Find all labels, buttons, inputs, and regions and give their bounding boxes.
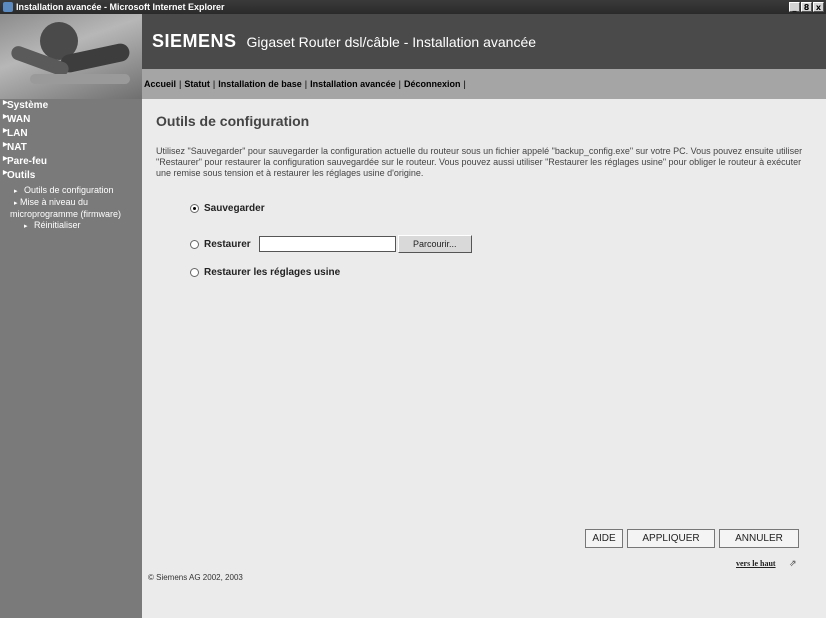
back-to-top-link[interactable]: vers le haut (736, 559, 776, 568)
triangle-right-icon: ▶ (3, 142, 8, 148)
sidebar-subitem-reset[interactable]: ▸ Réinitialiser (0, 220, 142, 232)
header: SIEMENS Gigaset Router dsl/câble - Insta… (0, 14, 826, 99)
restore-radio[interactable] (190, 239, 199, 249)
main-content: Outils de configuration Utilisez "Sauveg… (142, 99, 826, 618)
sidebar-item-wan[interactable]: ▶ WAN (0, 113, 142, 127)
ie-icon (3, 2, 13, 12)
bullet-icon: ▸ (14, 188, 18, 195)
window-title: Installation avancée - Microsoft Interne… (16, 2, 225, 12)
nav-logout[interactable]: Déconnexion (404, 79, 461, 89)
close-button[interactable]: x (813, 2, 824, 12)
minimize-button[interactable]: _ (789, 2, 800, 12)
save-label: Sauvegarder (204, 203, 265, 214)
triangle-right-icon: ▶ (3, 114, 8, 120)
nav-separator: | (463, 79, 466, 89)
arrow-up-icon[interactable]: ⇗ (789, 558, 797, 569)
nav-separator: | (212, 79, 216, 89)
page-description: Utilisez "Sauvegarder" pour sauvegarder … (156, 146, 803, 178)
bullet-icon: ▸ (24, 223, 28, 230)
sidebar-item-system[interactable]: ▶ Système (0, 99, 142, 113)
restore-label: Restaurer (204, 238, 251, 250)
brand-bar: SIEMENS Gigaset Router dsl/câble - Insta… (142, 14, 826, 69)
nav-home[interactable]: Accueil (144, 79, 176, 89)
factory-reset-label: Restaurer les réglages usine (204, 267, 341, 278)
sidebar-subitem-firmware[interactable]: ▸ Mise à niveau du microprogramme (firmwa… (0, 197, 142, 220)
browse-button[interactable]: Parcourir... (397, 235, 472, 253)
sidebar-item-lan[interactable]: ▶ LAN (0, 127, 142, 141)
option-save[interactable]: Sauvegarder (190, 203, 265, 214)
nav-status[interactable]: Statut (184, 79, 210, 89)
triangle-right-icon: ▶ (3, 156, 8, 162)
sidebar-item-nat[interactable]: ▶ NAT (0, 141, 142, 155)
sidebar: ▶ Système ▶ WAN ▶ LAN ▶ NAT ▶ Pare-feu ▶ Outil… (0, 99, 142, 618)
sidebar-item-tools[interactable]: ▶ Outils (0, 169, 142, 183)
window-title-bar: Installation avancée - Microsoft Interne… (0, 0, 826, 14)
maximize-button[interactable]: 8 (801, 2, 812, 12)
header-photo (0, 14, 142, 99)
product-title: Gigaset Router dsl/câble - Installation … (246, 33, 537, 50)
top-nav: Accueil | Statut | Installation de base … (142, 69, 826, 99)
brand-logo: SIEMENS (152, 31, 237, 51)
option-factory-reset[interactable]: Restaurer les réglages usine (190, 267, 340, 278)
triangle-right-icon: ▶ (3, 100, 8, 106)
apply-button[interactable]: APPLIQUER (627, 529, 715, 548)
option-restore[interactable]: Restaurer Parcourir... (190, 235, 472, 253)
sidebar-subitem-config-tools[interactable]: ▸ Outils de configuration (0, 185, 142, 197)
bullet-icon: ▸ (14, 200, 18, 207)
factory-reset-radio[interactable] (190, 268, 199, 277)
help-button[interactable]: AIDE (585, 529, 623, 548)
page-title: Outils de configuration (156, 113, 310, 129)
nav-separator: | (304, 79, 308, 89)
nav-basic-setup[interactable]: Installation de base (218, 79, 302, 89)
triangle-right-icon: ▶ (3, 170, 8, 176)
sidebar-item-firewall[interactable]: ▶ Pare-feu (0, 155, 142, 169)
window-controls: _ 8 x (789, 2, 824, 12)
save-radio[interactable] (190, 204, 199, 213)
nav-advanced-setup[interactable]: Installation avancée (310, 79, 396, 89)
copyright: © Siemens AG 2002, 2003 (148, 573, 243, 582)
cancel-button[interactable]: ANNULER (719, 529, 799, 548)
nav-separator: | (179, 79, 182, 89)
nav-separator: | (398, 79, 401, 89)
restore-file-input[interactable] (258, 236, 396, 252)
triangle-right-icon: ▶ (3, 128, 8, 134)
